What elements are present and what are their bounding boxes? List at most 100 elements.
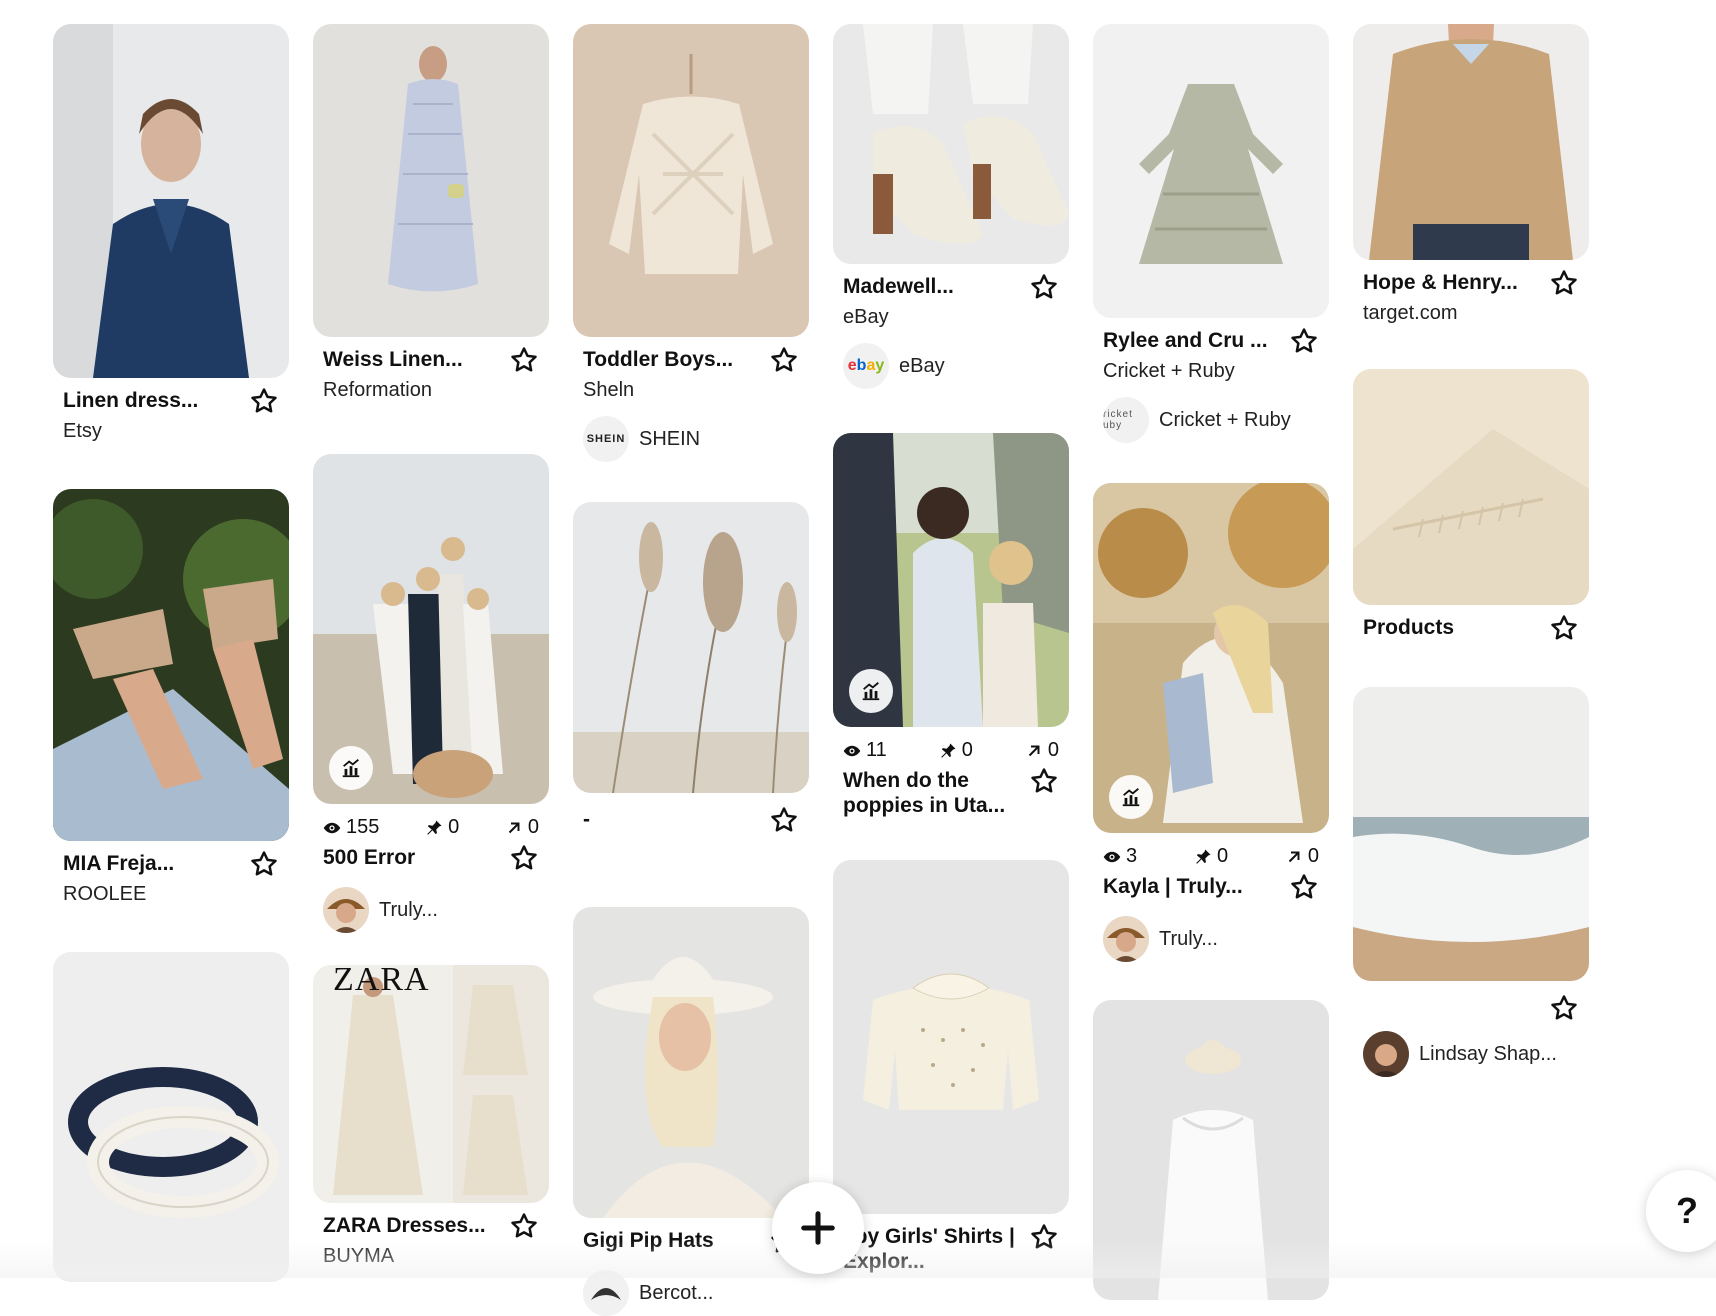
star-outline-icon[interactable] — [249, 386, 279, 416]
pin-source[interactable]: Truly... — [1093, 902, 1329, 962]
pin-card[interactable]: Madewell... eBay ebay eBay — [833, 24, 1069, 389]
star-outline-icon[interactable] — [1029, 272, 1059, 302]
pin-image[interactable] — [573, 907, 809, 1218]
avatar[interactable]: SHEIN — [583, 416, 629, 462]
pin-image[interactable] — [313, 454, 549, 804]
pin-card[interactable]: 11 0 0 When do the poppies in Uta... — [833, 433, 1069, 818]
eye-icon — [323, 819, 341, 837]
pin-title[interactable]: 500 Error — [323, 845, 415, 870]
pin-card[interactable]: Products — [1353, 369, 1589, 643]
star-outline-icon[interactable] — [769, 345, 799, 375]
pin-title[interactable]: When do the poppies in Uta... — [843, 768, 1027, 818]
pin-title[interactable]: Products — [1363, 615, 1454, 640]
pin-card[interactable]: MIA Freja... ROOLEE — [53, 489, 289, 906]
pin-title[interactable]: Gigi Pip Hats — [583, 1228, 714, 1253]
star-outline-icon[interactable] — [509, 1211, 539, 1241]
pin-source[interactable]: Truly... — [313, 873, 549, 933]
source-name[interactable]: Bercot... — [639, 1282, 713, 1305]
pin-title[interactable]: Rylee and Cru ... — [1103, 328, 1268, 353]
pin-source[interactable]: Lindsay Shap... — [1353, 1023, 1589, 1077]
pin-card[interactable]: Linen dress... Etsy — [53, 24, 289, 443]
pin-card[interactable]: 155 0 0 500 Error Truly... — [313, 454, 549, 933]
pin-icon — [425, 819, 443, 837]
source-name[interactable]: Cricket + Ruby — [1159, 409, 1291, 432]
outbound-arrow-icon — [1285, 848, 1303, 866]
pin-card[interactable]: aby Girls' Shirts | Explor... — [833, 860, 1069, 1274]
pin-card[interactable]: Rylee and Cru ... Cricket + Ruby ricket … — [1093, 24, 1329, 443]
pin-image[interactable] — [1353, 687, 1589, 981]
star-outline-icon[interactable] — [1289, 872, 1319, 902]
pin-image[interactable] — [1093, 24, 1329, 318]
pin-card[interactable] — [53, 952, 289, 1282]
star-outline-icon[interactable] — [249, 849, 279, 879]
star-outline-icon[interactable] — [769, 805, 799, 835]
star-outline-icon[interactable] — [1549, 993, 1579, 1023]
star-outline-icon[interactable] — [509, 345, 539, 375]
pin-title[interactable]: Weiss Linen... — [323, 347, 463, 372]
pin-card[interactable]: Weiss Linen... Reformation — [313, 24, 549, 402]
pin-card[interactable]: Hope & Henry... target.com — [1353, 24, 1589, 325]
pin-image[interactable] — [1093, 483, 1329, 833]
source-name[interactable]: Lindsay Shap... — [1419, 1043, 1557, 1066]
pin-source[interactable]: ricket uby Cricket + Ruby — [1093, 383, 1329, 443]
pin-card[interactable]: Toddler Boys... Sheln SHEIN SHEIN — [573, 24, 809, 462]
pin-image[interactable] — [573, 502, 809, 793]
pin-image[interactable] — [1353, 24, 1589, 260]
pin-source[interactable]: Bercot... — [573, 1256, 809, 1316]
pin-image[interactable] — [1353, 369, 1589, 605]
source-name[interactable]: Truly... — [1159, 928, 1218, 951]
pin-card[interactable]: Gigi Pip Hats Bercot... — [573, 907, 809, 1316]
pin-image[interactable] — [53, 952, 289, 1282]
pin-image[interactable] — [833, 24, 1069, 264]
star-outline-icon[interactable] — [1029, 1222, 1059, 1252]
avatar[interactable] — [1363, 1031, 1409, 1077]
star-outline-icon[interactable] — [509, 843, 539, 873]
pin-card[interactable]: - — [573, 502, 809, 835]
pin-title[interactable]: MIA Freja... — [63, 851, 174, 876]
pin-source[interactable]: ebay eBay — [833, 329, 1069, 389]
star-outline-icon[interactable] — [1549, 268, 1579, 298]
pin-title[interactable]: ZARA Dresses... — [323, 1213, 486, 1238]
avatar[interactable] — [323, 887, 369, 933]
pin-title[interactable]: Toddler Boys... — [583, 347, 733, 372]
avatar[interactable] — [583, 1270, 629, 1316]
clicks-count: 0 — [527, 816, 539, 838]
stats-chart-icon[interactable] — [849, 669, 893, 713]
help-button[interactable]: ? — [1646, 1170, 1716, 1252]
pin-card[interactable]: ZARA ZARA Dresses... BUYMA — [313, 965, 549, 1268]
pin-title[interactable]: Kayla | Truly... — [1103, 874, 1243, 899]
avatar[interactable] — [1103, 916, 1149, 962]
pin-card[interactable]: 3 0 0 Kayla | Truly... Truly... — [1093, 483, 1329, 962]
pin-image[interactable]: ZARA — [313, 965, 549, 1203]
pin-subtitle: target.com — [1363, 302, 1458, 324]
pin-image[interactable] — [1093, 1000, 1329, 1300]
pin-source[interactable]: SHEIN SHEIN — [573, 402, 809, 462]
pin-title[interactable]: Linen dress... — [63, 388, 198, 413]
pin-image[interactable] — [573, 24, 809, 337]
pin-card[interactable] — [1093, 1000, 1329, 1300]
pin-column: Weiss Linen... Reformation 155 0 0 500 E… — [313, 24, 549, 1268]
pin-title[interactable]: Hope & Henry... — [1363, 270, 1518, 295]
avatar[interactable]: ricket uby — [1103, 397, 1149, 443]
pin-image[interactable] — [53, 489, 289, 841]
source-name[interactable]: Truly... — [379, 899, 438, 922]
stats-chart-icon[interactable] — [329, 746, 373, 790]
create-button[interactable] — [772, 1182, 864, 1274]
avatar[interactable]: ebay — [843, 343, 889, 389]
pin-image[interactable] — [833, 433, 1069, 727]
pin-image[interactable] — [53, 24, 289, 378]
pin-image[interactable] — [313, 24, 549, 337]
stats-chart-icon[interactable] — [1109, 775, 1153, 819]
pin-image[interactable] — [833, 860, 1069, 1214]
star-outline-icon[interactable] — [1549, 613, 1579, 643]
pin-card[interactable]: Lindsay Shap... — [1353, 687, 1589, 1077]
source-name[interactable]: eBay — [899, 355, 945, 378]
pin-title[interactable]: aby Girls' Shirts | Explor... — [843, 1224, 1027, 1274]
star-outline-icon[interactable] — [1289, 326, 1319, 356]
star-outline-icon[interactable] — [1029, 766, 1059, 796]
pin-column: Rylee and Cru ... Cricket + Ruby ricket … — [1093, 24, 1329, 1300]
source-name[interactable]: SHEIN — [639, 428, 700, 451]
eye-icon — [843, 742, 861, 760]
pin-title[interactable]: - — [583, 807, 590, 832]
pin-title[interactable]: Madewell... — [843, 274, 954, 299]
